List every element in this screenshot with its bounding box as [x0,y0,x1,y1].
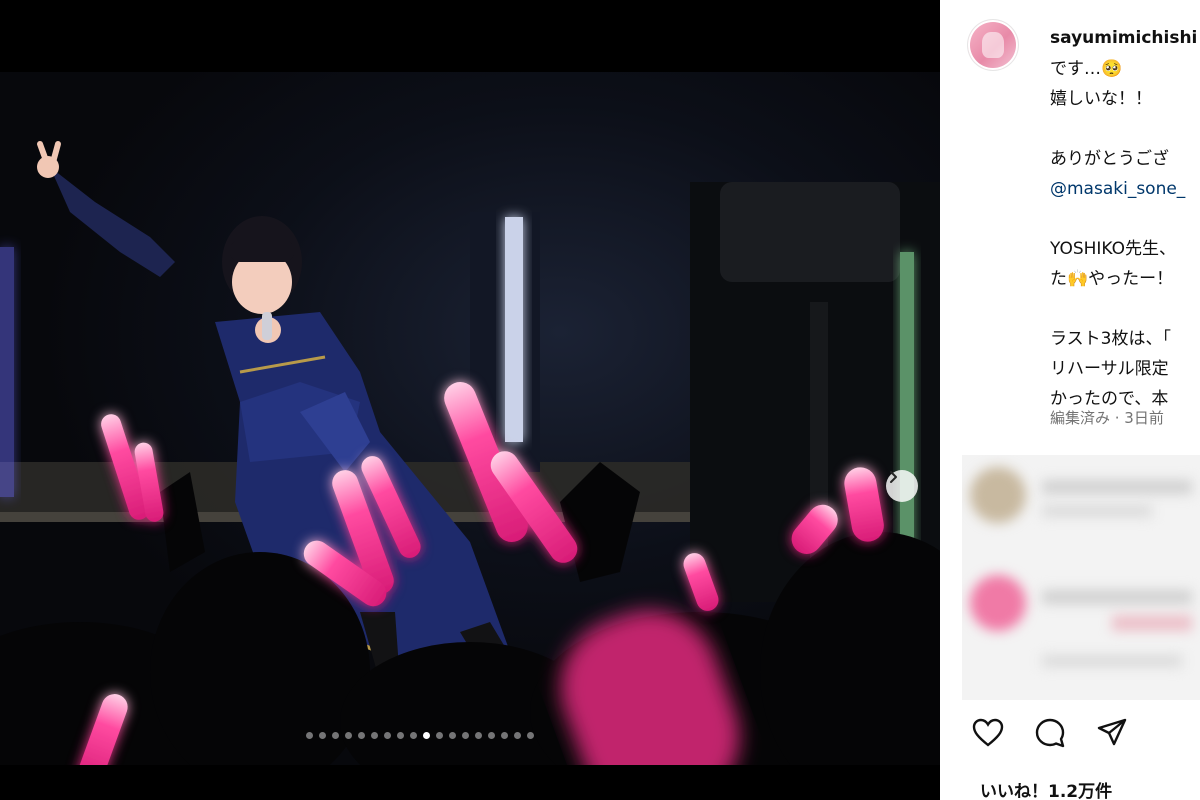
comment-text-blurred [1042,505,1152,517]
carousel-dot [306,732,313,739]
carousel-dot [384,732,391,739]
carousel-dot [423,732,430,739]
carousel-dot [358,732,365,739]
post-photo [0,72,940,765]
heart-icon [972,718,1004,747]
comment-icon [1035,718,1065,748]
comments-list [962,455,1200,700]
likes-count[interactable]: いいね！1.2万件 [980,777,1112,800]
comment-text-blurred [1042,480,1192,494]
carousel-dot [488,732,495,739]
caption-line: ラスト3枚は、「 [1050,329,1171,349]
comment-text-blurred [1112,615,1192,631]
avatar[interactable] [968,20,1018,70]
carousel-dot [449,732,456,739]
carousel-dot [397,732,404,739]
carousel-next-button[interactable] [886,470,918,502]
post-actions [970,715,1130,751]
chevron-right-icon [890,471,897,483]
carousel-dots [0,732,840,739]
carousel-dot [501,732,508,739]
post-caption: です…🥺 嬉しいな！！ ありがとうござ @masaki_sone_ YOSHIKO先生、… [1050,54,1200,414]
like-button[interactable] [970,715,1006,751]
carousel-dot [475,732,482,739]
caption-line: です…🥺 [1050,59,1123,79]
share-icon [1097,718,1127,746]
username-link[interactable]: sayumimichishi [1050,28,1197,48]
post-media [0,0,940,800]
carousel-dot [319,732,326,739]
comment-text-blurred [1042,655,1182,667]
caption-line: 嬉しいな！！ [1050,89,1152,109]
carousel-dot [410,732,417,739]
carousel-dot [514,732,521,739]
caption-line: た🙌やったー！ [1050,269,1174,289]
carousel-dot [332,732,339,739]
carousel-dot [462,732,469,739]
concert-scene [0,141,940,765]
carousel-dot [527,732,534,739]
comment-button[interactable] [1032,715,1068,751]
comment-avatar [970,575,1026,631]
carousel-dot [345,732,352,739]
carousel-dot [371,732,378,739]
caption-mention-link[interactable]: @masaki_sone_ [1050,174,1200,204]
comment-avatar [970,467,1026,523]
carousel-dot [436,732,443,739]
caption-line: リハーサル限定 [1050,359,1169,379]
comment-text-blurred [1042,590,1192,604]
share-button[interactable] [1094,715,1130,751]
edited-timestamp[interactable]: 編集済み · 3日前 [1050,407,1164,428]
caption-line: YOSHIKO先生、 [1050,239,1177,259]
caption-line: ありがとうござ [1050,149,1169,169]
post-side-panel: sayumimichishi です…🥺 嬉しいな！！ ありがとうござ @masaki_… [940,0,1200,800]
